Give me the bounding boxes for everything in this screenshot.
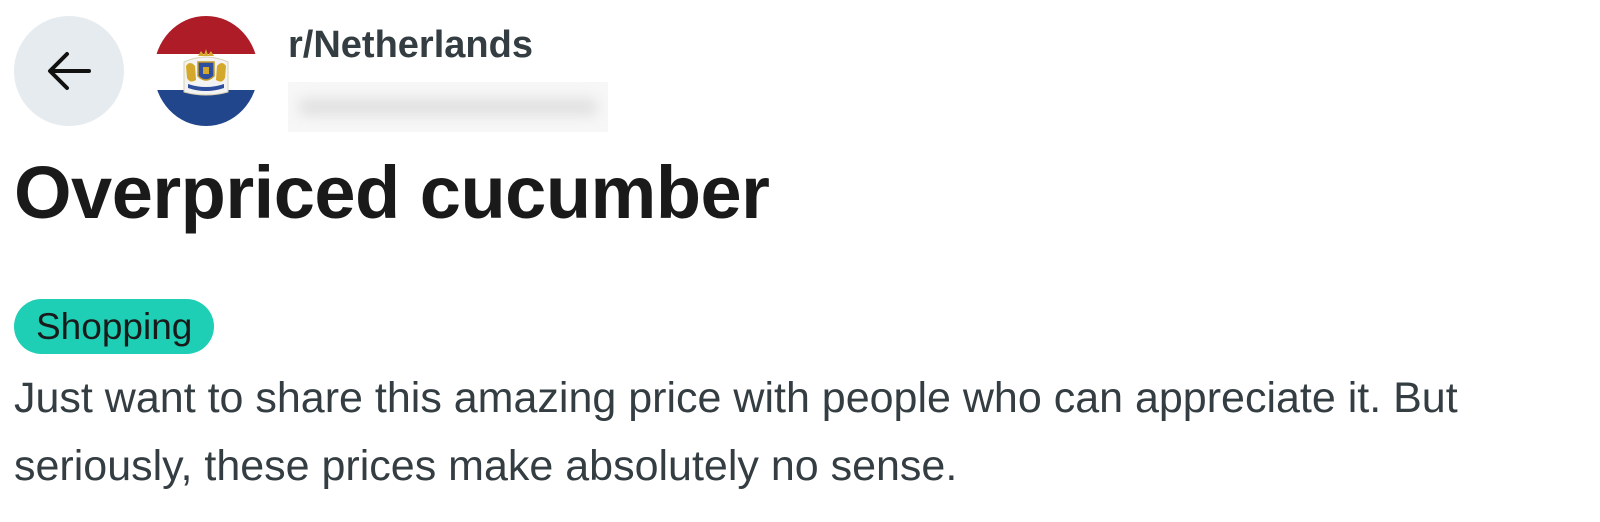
community-avatar[interactable] [154, 16, 258, 126]
community-info: r/Netherlands [288, 22, 628, 132]
back-button[interactable] [14, 16, 124, 126]
post-flair-badge[interactable]: Shopping [14, 299, 215, 354]
redaction-blur [298, 98, 598, 116]
community-name-link[interactable]: r/Netherlands [288, 22, 628, 68]
arrow-left-icon [48, 52, 91, 90]
post-header: r/Netherlands [14, 16, 608, 132]
post-body-text: Just want to share this amazing price wi… [14, 374, 1458, 490]
post-page: r/Netherlands Overpriced cucumber Shoppi… [0, 0, 1600, 522]
redacted-author-info [288, 82, 608, 132]
netherlands-flag-coat-of-arms-icon [154, 16, 258, 126]
post-title[interactable]: Overpriced cucumber [14, 148, 770, 238]
